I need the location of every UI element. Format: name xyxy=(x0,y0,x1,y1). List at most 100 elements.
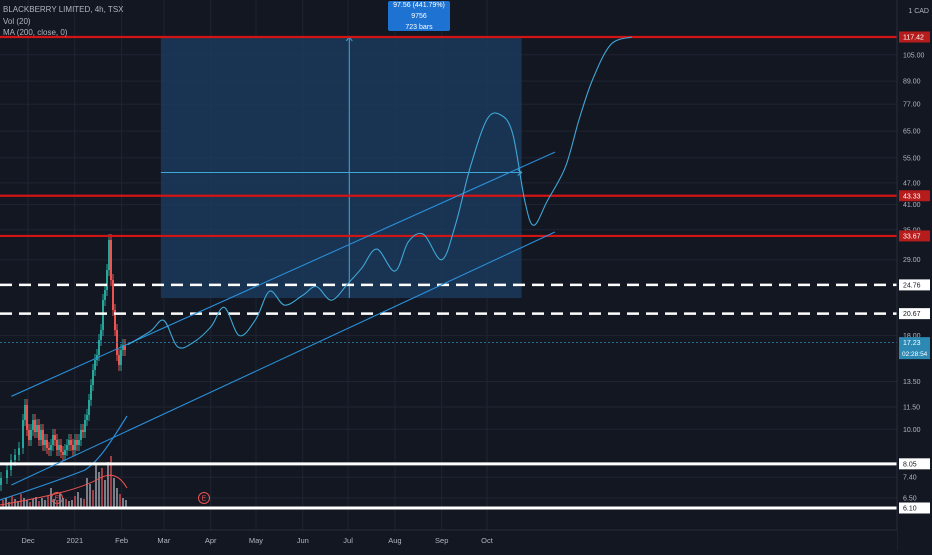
volume-bar-29 xyxy=(89,484,91,508)
current-price-label[interactable]: 17.23 xyxy=(903,340,921,347)
level-label-43.33[interactable]: 43.33 xyxy=(903,193,921,200)
candle-body-21 xyxy=(54,435,56,440)
earnings-marker-label-1: E xyxy=(202,496,207,503)
x-tick-label-4: Apr xyxy=(205,536,217,545)
volume-bar-35 xyxy=(107,462,109,508)
x-tick-label-9: Sep xyxy=(435,536,448,545)
volume-bar-24 xyxy=(74,496,76,508)
price-countdown-label: 02:28:54 xyxy=(902,351,928,358)
volume-bar-28 xyxy=(86,478,88,508)
y-tick-label-2: 77.00 xyxy=(903,102,921,109)
candle-body-7 xyxy=(26,405,28,430)
candle-body-53 xyxy=(118,355,120,365)
candle-body-49 xyxy=(110,240,112,280)
y-tick-label-11: 11.50 xyxy=(903,405,920,412)
candle-body-0 xyxy=(0,478,2,485)
candle-body-46 xyxy=(104,290,106,300)
x-tick-label-7: Jul xyxy=(343,536,353,545)
candle-body-36 xyxy=(84,420,86,432)
candle-body-4 xyxy=(18,448,20,455)
level-label-33.67[interactable]: 33.67 xyxy=(903,233,921,240)
y-tick-label-0: 105.00 xyxy=(903,52,925,59)
candle-body-9 xyxy=(30,430,32,440)
candle-body-18 xyxy=(48,448,50,450)
candle-body-28 xyxy=(68,440,70,445)
currency-label[interactable]: 1 CAD xyxy=(908,8,929,15)
candle-body-32 xyxy=(76,440,78,445)
y-tick-label-13: 7.40 xyxy=(903,475,917,482)
x-tick-label-3: Mar xyxy=(157,536,170,545)
y-tick-label-1: 89.00 xyxy=(903,79,921,86)
y-tick-label-12: 10.00 xyxy=(903,427,921,434)
volume-bar-32 xyxy=(98,472,100,508)
candle-body-44 xyxy=(100,330,102,340)
candle-body-47 xyxy=(106,270,108,290)
y-tick-label-3: 65.00 xyxy=(903,129,921,136)
level-label-117.42[interactable]: 117.42 xyxy=(903,35,924,42)
candle-body-14 xyxy=(40,430,42,440)
measure-change: 97.56 (441.79%) 9756 xyxy=(393,1,445,20)
price-chart[interactable]: EE 1 CAD105.0089.0077.0065.0055.0047.004… xyxy=(0,0,932,550)
candle-body-35 xyxy=(82,430,84,432)
candle-body-31 xyxy=(74,440,76,450)
volume-bar-3 xyxy=(11,496,13,508)
price-axis[interactable]: 1 CAD 105.00 89.00 77.00 65.00 55.00 47.00 41.0… xyxy=(896,0,932,550)
candle-body-12 xyxy=(36,425,38,432)
candle-body-3 xyxy=(14,455,16,460)
x-tick-label-1: 2021 xyxy=(66,536,83,545)
candle-body-17 xyxy=(46,440,48,448)
legend-volume[interactable]: Vol (20) xyxy=(3,16,124,28)
candle-body-22 xyxy=(56,440,58,450)
y-tick-label-6: 41.00 xyxy=(903,202,921,209)
candle-body-11 xyxy=(34,420,36,432)
candle-body-39 xyxy=(90,385,92,400)
volume-bar-15 xyxy=(47,496,49,508)
candle-body-34 xyxy=(80,430,82,440)
x-tick-label-2: Feb xyxy=(115,536,128,545)
candle-body-25 xyxy=(62,452,64,455)
chart-legend: BLACKBERRY LIMITED, 4h, TSX Vol (20) MA … xyxy=(3,4,124,39)
candle-body-48 xyxy=(108,240,110,270)
candle-body-26 xyxy=(64,450,66,455)
level-label-24.76[interactable]: 24.76 xyxy=(903,282,921,289)
candle-body-41 xyxy=(94,360,96,370)
candle-body-8 xyxy=(28,430,30,440)
x-tick-label-5: May xyxy=(249,536,263,545)
measure-rectangle[interactable] xyxy=(160,37,522,299)
level-label-6.10[interactable]: 6.10 xyxy=(903,506,917,513)
measure-range[interactable] xyxy=(160,36,523,299)
volume-bar-25 xyxy=(77,492,79,508)
volume-bar-38 xyxy=(116,488,118,508)
candle-body-6 xyxy=(24,405,26,420)
chart-area[interactable]: EE 1 CAD 105.00 89.00 77.00 65.00 55.00 47.00 4… xyxy=(0,0,932,550)
candle-body-29 xyxy=(70,440,72,445)
x-tick-label-8: Aug xyxy=(388,536,401,545)
candle-body-43 xyxy=(98,340,100,355)
legend-symbol[interactable]: BLACKBERRY LIMITED, 4h, TSX xyxy=(3,4,124,16)
volume-bar-16 xyxy=(50,488,52,508)
measure-bars: 723 bars xyxy=(405,23,433,31)
level-label-20.67[interactable]: 20.67 xyxy=(903,311,921,318)
time-axis[interactable]: Dec 2021 Feb Mar Apr May Jun Jul Aug Sep Oct xyxy=(0,529,897,550)
candle-body-54 xyxy=(120,350,122,365)
candle-body-38 xyxy=(88,400,90,415)
volume-bar-39 xyxy=(119,494,121,508)
candle-body-33 xyxy=(78,440,80,445)
volume-bar-37 xyxy=(113,478,115,508)
candle-body-5 xyxy=(22,420,24,448)
y-tick-label-14: 6.50 xyxy=(903,495,917,502)
volume-bar-34 xyxy=(104,480,106,508)
candle-body-23 xyxy=(58,445,60,450)
y-tick-label-5: 47.00 xyxy=(903,180,921,187)
candle-body-10 xyxy=(32,420,34,430)
candle-body-16 xyxy=(44,440,46,445)
y-tick-label-8: 29.00 xyxy=(903,257,921,264)
legend-ma[interactable]: MA (200, close, 0) xyxy=(3,27,124,39)
volume-bar-31 xyxy=(95,464,97,508)
level-label-8.05[interactable]: 8.05 xyxy=(903,461,917,468)
y-tick-label-10: 13.50 xyxy=(903,379,921,386)
candle-body-20 xyxy=(52,435,54,445)
candle-body-45 xyxy=(102,300,104,330)
candle-body-50 xyxy=(112,280,114,310)
candle-body-40 xyxy=(92,370,94,385)
